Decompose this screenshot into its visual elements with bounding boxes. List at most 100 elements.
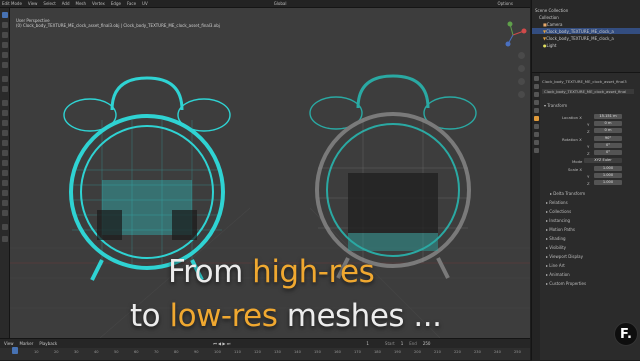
transform-icon[interactable]	[2, 62, 8, 68]
outliner-row[interactable]: ■ Camera	[532, 21, 640, 27]
location-x-field[interactable]: 15.151 m	[594, 114, 622, 119]
bevel-icon[interactable]	[2, 120, 8, 126]
section-custom-properties[interactable]: ▸ Custom Properties	[546, 281, 586, 286]
move-icon[interactable]	[2, 32, 8, 38]
loop-cut-icon[interactable]	[2, 130, 8, 136]
add-cube-icon[interactable]	[2, 224, 8, 230]
menu-view[interactable]: View	[28, 1, 38, 6]
outliner-row[interactable]: ▼ Clock_body_TEXTURE_ME_clock_a	[532, 35, 640, 41]
object-name-field[interactable]: Clock_body_TEXTURE_ME_clock_asset_final	[542, 89, 634, 94]
end-frame[interactable]: 250	[423, 341, 431, 346]
section-visibility[interactable]: ▸ Visibility	[546, 245, 566, 250]
section-viewport-display[interactable]: ▸ Viewport Display	[546, 254, 583, 259]
scene-tab-icon[interactable]	[533, 100, 539, 105]
menu-edge[interactable]: Edge	[111, 1, 121, 6]
menu-mesh[interactable]: Mesh	[76, 1, 87, 6]
section-collections[interactable]: ▸ Collections	[546, 209, 571, 214]
render-tab-icon[interactable]	[533, 84, 539, 89]
low-res-clock-mesh[interactable]	[308, 68, 478, 283]
location-y-field[interactable]: 0 m	[594, 121, 622, 126]
outliner-row[interactable]: Scene Collection	[532, 7, 640, 13]
perspective-grid-icon[interactable]	[518, 91, 525, 98]
zoom-icon[interactable]	[518, 52, 525, 59]
outliner-row[interactable]: Collection	[532, 14, 640, 20]
tool-tab-icon[interactable]	[533, 76, 539, 81]
menu-uv[interactable]: UV	[142, 1, 148, 6]
rotation-z-field[interactable]: 0°	[594, 150, 622, 155]
section-label: Collections	[549, 209, 572, 214]
timeline-menu-view[interactable]: View	[4, 341, 14, 346]
material-tab-icon[interactable]	[533, 148, 539, 153]
high-res-clock-mesh[interactable]	[62, 70, 232, 285]
cursor-icon[interactable]	[2, 22, 8, 28]
axis-label: Y	[587, 174, 590, 179]
particles-tab-icon[interactable]	[533, 132, 539, 137]
caption-line-1: From high-res	[168, 254, 375, 290]
select-box-icon[interactable]	[2, 12, 8, 18]
outliner-row[interactable]: ● Light	[532, 42, 640, 48]
section-label: Custom Properties	[549, 281, 587, 286]
annotate-icon[interactable]	[2, 76, 8, 82]
sculpt-icon[interactable]	[2, 236, 8, 242]
playhead[interactable]	[12, 347, 18, 354]
menu-select[interactable]: Select	[43, 1, 55, 6]
timeline-tick: 170	[354, 350, 361, 354]
caption-text: to	[130, 298, 170, 334]
scale-x-field[interactable]: 1.000	[594, 166, 622, 171]
inset-icon[interactable]	[2, 110, 8, 116]
options-button[interactable]: Options	[497, 1, 512, 6]
section-animation[interactable]: ▸ Animation	[546, 272, 570, 277]
scale-y-field[interactable]: 1.000	[594, 173, 622, 178]
timeline-ruler[interactable]: 0102030405060708090100110120130140150160…	[0, 348, 530, 360]
rotation-mode-dropdown[interactable]: XYZ Euler	[584, 158, 622, 163]
start-frame[interactable]: 1	[401, 341, 404, 346]
rotation-y-field[interactable]: 0°	[594, 143, 622, 148]
outliner-row[interactable]: ▼ Clock_body_TEXTURE_ME_clock_a	[532, 28, 640, 34]
shear-icon[interactable]	[2, 200, 8, 206]
modifier-tab-icon[interactable]	[533, 124, 539, 129]
rotation-x-field[interactable]: 90°	[594, 136, 622, 141]
location-z-field[interactable]: 0 m	[594, 128, 622, 133]
smooth-icon[interactable]	[2, 170, 8, 176]
knife-icon[interactable]	[2, 140, 8, 146]
section-delta-transform[interactable]: ▸ Delta Transform	[550, 191, 585, 196]
poly-build-icon[interactable]	[2, 150, 8, 156]
transform-header[interactable]: ▾ Transform	[544, 103, 567, 108]
3d-viewport[interactable]: User Perspective (0) Clock_body_TEXTURE_…	[10, 8, 530, 338]
section-line-art[interactable]: ▸ Line Art	[546, 263, 565, 268]
section-label: Animation	[549, 272, 570, 277]
section-motion-paths[interactable]: ▸ Motion Paths	[546, 227, 575, 232]
caption-text: From	[168, 254, 253, 290]
edge-slide-icon[interactable]	[2, 180, 8, 186]
extrude-icon[interactable]	[2, 100, 8, 106]
timeline-tick: 200	[414, 350, 421, 354]
camera-view-icon[interactable]	[518, 78, 525, 85]
play-controls[interactable]: ⏮ ◀ ▶ ⏭	[213, 341, 230, 346]
scale-icon[interactable]	[2, 52, 8, 58]
scale-label: Scale X	[568, 167, 583, 172]
timeline-tick: 230	[474, 350, 481, 354]
section-relations[interactable]: ▸ Relations	[546, 200, 568, 205]
menu-vertex[interactable]: Vertex	[92, 1, 105, 6]
spin-icon[interactable]	[2, 160, 8, 166]
menu-add[interactable]: Add	[62, 1, 70, 6]
rotate-icon[interactable]	[2, 42, 8, 48]
navigation-gizmo[interactable]	[498, 20, 528, 50]
mode-selector[interactable]: Edit Mode	[2, 1, 22, 6]
output-tab-icon[interactable]	[533, 92, 539, 97]
section-instancing[interactable]: ▸ Instancing	[546, 218, 570, 223]
physics-tab-icon[interactable]	[533, 140, 539, 145]
measure-icon[interactable]	[2, 86, 8, 92]
timeline-menu-marker[interactable]: Marker	[20, 341, 34, 346]
timeline-menu-playback[interactable]: Playback	[39, 341, 57, 346]
object-tab-icon[interactable]	[533, 116, 539, 121]
current-frame[interactable]: 1	[366, 341, 369, 346]
pan-hand-icon[interactable]	[518, 65, 525, 72]
orientation-dropdown[interactable]: Global	[274, 1, 287, 6]
rip-icon[interactable]	[2, 210, 8, 216]
menu-face[interactable]: Face	[127, 1, 136, 6]
shrink-icon[interactable]	[2, 190, 8, 196]
world-tab-icon[interactable]	[533, 108, 539, 113]
section-shading[interactable]: ▸ Shading	[546, 236, 566, 241]
scale-z-field[interactable]: 1.000	[594, 180, 622, 185]
